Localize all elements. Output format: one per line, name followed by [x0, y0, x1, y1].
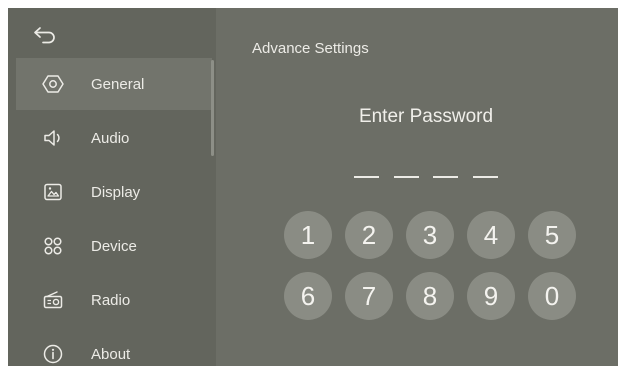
keypad-key-7[interactable]: 7 [345, 272, 393, 320]
picture-icon [40, 179, 66, 205]
password-prompt: Enter Password [358, 106, 494, 127]
sidebar-item-label: Device [91, 237, 137, 255]
sidebar-item-label: Display [91, 183, 141, 201]
sidebar-item-about[interactable]: About [16, 328, 212, 366]
password-slot-1 [354, 176, 379, 178]
sidebar-item-general[interactable]: General [16, 58, 212, 110]
keypad-key-6[interactable]: 6 [284, 272, 332, 320]
device-grid-icon [40, 233, 66, 259]
back-arrow-icon [34, 27, 55, 44]
password-slot-4 [473, 176, 498, 178]
sidebar-item-label: General [91, 75, 145, 93]
password-slot-2 [394, 176, 419, 178]
back-button[interactable] [30, 23, 60, 47]
sidebar-item-label: About [91, 345, 131, 363]
sidebar-scrollbar[interactable] [211, 60, 214, 156]
keypad-key-3[interactable]: 3 [406, 211, 454, 259]
keypad-key-1[interactable]: 1 [284, 211, 332, 259]
info-icon [40, 341, 66, 366]
keypad-key-5[interactable]: 5 [528, 211, 576, 259]
settings-screen: General Audio Display Device Radio About… [8, 8, 618, 366]
sidebar-item-device[interactable]: Device [16, 220, 212, 272]
radio-icon [40, 287, 66, 313]
sidebar-item-label: Audio [91, 129, 130, 147]
keypad-key-0[interactable]: 0 [528, 272, 576, 320]
keypad-key-2[interactable]: 2 [345, 211, 393, 259]
keypad-key-4[interactable]: 4 [467, 211, 515, 259]
settings-hexagon-icon [40, 71, 66, 97]
keypad-key-8[interactable]: 8 [406, 272, 454, 320]
sidebar-item-audio[interactable]: Audio [16, 112, 212, 164]
sidebar: General Audio Display Device Radio About [8, 8, 216, 366]
sidebar-item-display[interactable]: Display [16, 166, 212, 218]
sidebar-item-label: Radio [91, 291, 131, 309]
page-title: Advance Settings [252, 40, 369, 57]
sidebar-item-radio[interactable]: Radio [16, 274, 212, 326]
speaker-icon [40, 125, 66, 151]
password-slot-3 [433, 176, 458, 178]
keypad-key-9[interactable]: 9 [467, 272, 515, 320]
